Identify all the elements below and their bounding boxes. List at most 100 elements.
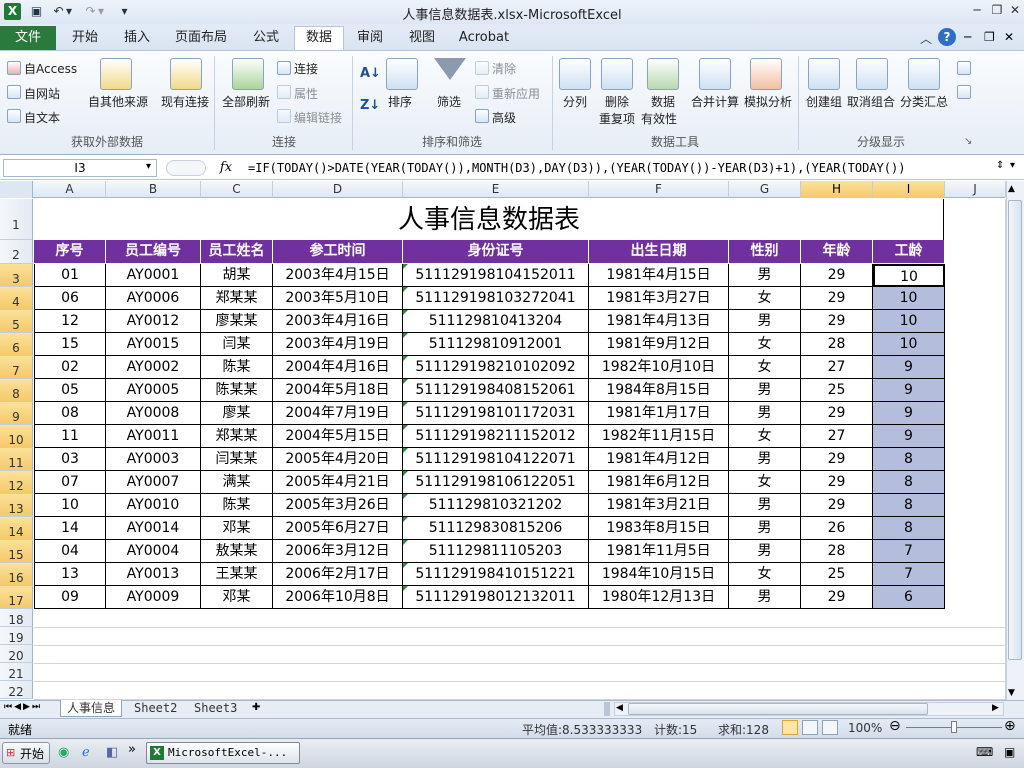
table-cell[interactable]: 1981年6月12日: [589, 471, 729, 494]
tab-view[interactable]: 视图: [400, 28, 444, 50]
formula-input[interactable]: =IF(TODAY()>DATE(YEAR(TODAY()),MONTH(D3)…: [244, 159, 994, 177]
table-cell[interactable]: 男: [729, 586, 801, 609]
table-cell[interactable]: 邓某: [201, 586, 273, 609]
tab-formulas[interactable]: 公式: [244, 28, 288, 50]
normal-view-icon[interactable]: [782, 720, 798, 735]
table-cell[interactable]: AY0013: [106, 563, 201, 586]
table-cell[interactable]: 2004年4月16日: [273, 356, 403, 379]
zoom-level[interactable]: 100%: [848, 721, 882, 735]
table-cell[interactable]: 郑某某: [201, 287, 273, 310]
workbook-close-icon[interactable]: ✕: [1004, 30, 1014, 44]
column-header-A[interactable]: A: [34, 181, 106, 198]
table-cell[interactable]: 男: [729, 517, 801, 540]
table-cell[interactable]: 29: [801, 287, 873, 310]
remove-duplicates-button[interactable]: 删除: [605, 93, 629, 110]
close-icon[interactable]: ✕: [1006, 2, 1024, 18]
table-cell[interactable]: 29: [801, 448, 873, 471]
table-cell[interactable]: 1981年3月21日: [589, 494, 729, 517]
column-header-E[interactable]: E: [403, 181, 589, 198]
column-header-J[interactable]: J: [945, 181, 1006, 198]
table-cell[interactable]: 511129198410151221: [403, 563, 589, 586]
horizontal-scroll-thumb[interactable]: [628, 703, 928, 715]
scroll-left-icon[interactable]: ◀: [616, 703, 623, 713]
table-cell[interactable]: 511129198106122051: [403, 471, 589, 494]
zoom-slider-thumb[interactable]: [951, 721, 957, 733]
table-cell[interactable]: 29: [801, 494, 873, 517]
tab-data[interactable]: 数据: [294, 28, 344, 50]
table-header-cell[interactable]: 年龄: [801, 240, 873, 263]
table-cell[interactable]: AY0003: [106, 448, 201, 471]
row-header[interactable]: 12: [0, 471, 33, 494]
table-cell[interactable]: 511129198211152012: [403, 425, 589, 448]
table-cell[interactable]: 女: [729, 563, 801, 586]
table-cell[interactable]: 04: [34, 540, 106, 563]
table-cell-seniority[interactable]: 6: [873, 586, 945, 609]
ungroup-button[interactable]: 取消组合: [847, 93, 895, 110]
row-header[interactable]: 20: [0, 645, 33, 663]
table-header-cell[interactable]: 工龄: [873, 240, 945, 263]
table-cell[interactable]: 26: [801, 517, 873, 540]
table-header-cell[interactable]: 身份证号: [403, 240, 589, 263]
sheet-nav-icon[interactable]: ⏮◀▶⏭: [4, 702, 42, 712]
reapply-button[interactable]: 重新应用: [492, 85, 540, 102]
table-cell-seniority[interactable]: 8: [873, 471, 945, 494]
table-cell[interactable]: 陈某: [201, 494, 273, 517]
table-cell[interactable]: 陈某: [201, 356, 273, 379]
minimize-icon[interactable]: ─: [968, 2, 986, 18]
table-cell[interactable]: AY0007: [106, 471, 201, 494]
column-header-H[interactable]: H: [801, 181, 873, 198]
table-cell[interactable]: 2005年3月26日: [273, 494, 403, 517]
table-cell[interactable]: 2003年4月16日: [273, 310, 403, 333]
column-header-F[interactable]: F: [589, 181, 729, 198]
table-cell[interactable]: 11: [34, 425, 106, 448]
tray-icon[interactable]: ▣: [1004, 745, 1015, 759]
tab-insert[interactable]: 插入: [114, 28, 160, 50]
table-cell[interactable]: 1984年10月15日: [589, 563, 729, 586]
table-cell[interactable]: 1981年4月13日: [589, 310, 729, 333]
table-cell[interactable]: 2003年4月15日: [273, 264, 403, 287]
table-cell-seniority[interactable]: 10: [873, 264, 945, 287]
table-cell[interactable]: 25: [801, 563, 873, 586]
row-header[interactable]: 6: [0, 333, 33, 356]
row-header[interactable]: 5: [0, 310, 33, 333]
row-header[interactable]: 11: [0, 448, 33, 471]
table-cell[interactable]: 女: [729, 333, 801, 356]
keyboard-icon[interactable]: ⌨: [976, 745, 993, 759]
row-header[interactable]: 21: [0, 663, 33, 681]
sort-ascending-icon[interactable]: A↓: [360, 66, 381, 81]
column-header-G[interactable]: G: [729, 181, 801, 198]
table-cell[interactable]: 满某: [201, 471, 273, 494]
tab-page-layout[interactable]: 页面布局: [168, 28, 234, 50]
table-cell[interactable]: 1981年3月27日: [589, 287, 729, 310]
table-cell-seniority[interactable]: 7: [873, 540, 945, 563]
table-cell-seniority[interactable]: 8: [873, 517, 945, 540]
table-cell-seniority[interactable]: 9: [873, 356, 945, 379]
help-icon[interactable]: ?: [938, 28, 956, 46]
table-cell[interactable]: 1981年9月12日: [589, 333, 729, 356]
table-header-cell[interactable]: 性别: [729, 240, 801, 263]
page-break-view-icon[interactable]: [822, 720, 838, 735]
what-if-analysis-button[interactable]: 模拟分析: [744, 93, 792, 110]
table-cell[interactable]: 25: [801, 379, 873, 402]
table-cell-seniority[interactable]: 8: [873, 494, 945, 517]
table-cell-seniority[interactable]: 8: [873, 448, 945, 471]
table-cell[interactable]: AY0002: [106, 356, 201, 379]
show-detail-icon[interactable]: [957, 61, 971, 75]
table-cell[interactable]: 28: [801, 333, 873, 356]
tab-review[interactable]: 审阅: [348, 28, 392, 50]
row-header[interactable]: 9: [0, 402, 33, 425]
table-cell[interactable]: 2003年5月10日: [273, 287, 403, 310]
sheet-tab[interactable]: Sheet2: [128, 700, 183, 717]
tab-home[interactable]: 开始: [62, 28, 108, 50]
table-cell[interactable]: 511129198103272041: [403, 287, 589, 310]
row-header[interactable]: 22: [0, 681, 33, 699]
table-cell[interactable]: 2006年3月12日: [273, 540, 403, 563]
table-cell[interactable]: 2005年4月20日: [273, 448, 403, 471]
tab-file[interactable]: 文件: [0, 26, 56, 50]
table-cell[interactable]: AY0011: [106, 425, 201, 448]
table-cell[interactable]: 2004年7月19日: [273, 402, 403, 425]
table-cell[interactable]: 1981年4月15日: [589, 264, 729, 287]
row-header[interactable]: 13: [0, 494, 33, 517]
table-cell[interactable]: AY0015: [106, 333, 201, 356]
subtotal-button[interactable]: 分类汇总: [900, 93, 948, 110]
